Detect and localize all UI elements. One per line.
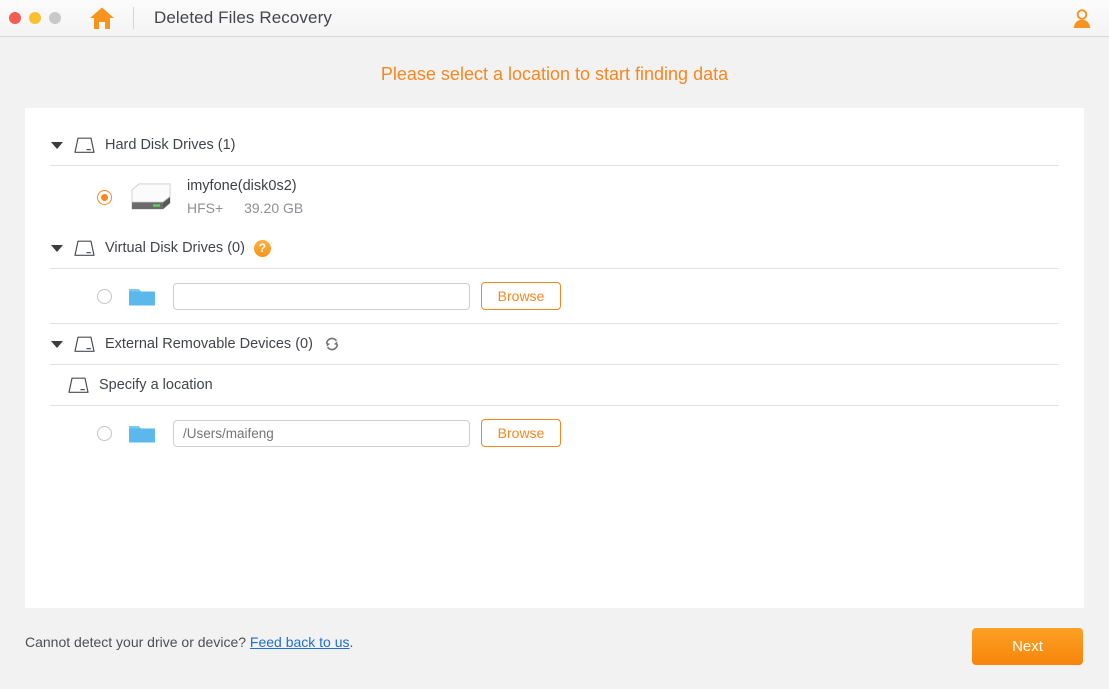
- next-button[interactable]: Next: [972, 628, 1083, 665]
- group-label: Specify a location: [99, 377, 213, 393]
- drive-filesystem: HFS+: [187, 200, 223, 216]
- group-label: Hard Disk Drives (1): [105, 137, 236, 153]
- home-icon[interactable]: [89, 6, 115, 30]
- group-header-specify-location[interactable]: Specify a location: [42, 365, 1067, 405]
- drive-radio-imyfone[interactable]: [97, 190, 112, 205]
- window-titlebar: Deleted Files Recovery: [0, 0, 1109, 37]
- traffic-light-group: [9, 12, 61, 24]
- disk-icon: [74, 336, 95, 353]
- refresh-icon[interactable]: [323, 335, 341, 353]
- group-header-external-removable-devices[interactable]: External Removable Devices (0): [42, 324, 1067, 364]
- virtual-disk-browse-row[interactable]: Browse: [42, 269, 1067, 323]
- minimize-window-button[interactable]: [29, 12, 41, 24]
- group-header-hard-disk-drives[interactable]: Hard Disk Drives (1): [42, 125, 1067, 165]
- drive-name: imyfone(disk0s2): [187, 176, 303, 196]
- drive-text-block: imyfone(disk0s2) HFS+ 39.20 GB: [187, 176, 303, 218]
- disk-icon: [68, 377, 89, 394]
- disk-icon: [74, 137, 95, 154]
- external-hard-drive-icon: [129, 182, 173, 212]
- page-headline: Please select a location to start findin…: [0, 37, 1109, 85]
- close-window-button[interactable]: [9, 12, 21, 24]
- specify-location-browse-row[interactable]: Browse: [42, 406, 1067, 460]
- group-label: Virtual Disk Drives (0): [105, 240, 245, 256]
- footer-text-before: Cannot detect your drive or device?: [25, 634, 250, 650]
- drive-item-imyfone[interactable]: imyfone(disk0s2) HFS+ 39.20 GB: [42, 166, 1067, 228]
- help-question-icon[interactable]: ?: [254, 240, 271, 257]
- virtual-disk-browse-button[interactable]: Browse: [481, 282, 561, 310]
- virtual-disk-path-input[interactable]: [173, 283, 470, 310]
- virtual-disk-radio[interactable]: [97, 289, 112, 304]
- specify-location-radio[interactable]: [97, 426, 112, 441]
- feedback-link[interactable]: Feed back to us: [250, 634, 350, 650]
- footer-help-text: Cannot detect your drive or device? Feed…: [25, 634, 353, 650]
- chevron-down-icon[interactable]: [51, 341, 63, 348]
- chevron-down-icon[interactable]: [51, 142, 63, 149]
- drive-meta: HFS+ 39.20 GB: [187, 198, 303, 218]
- titlebar-divider: [133, 7, 134, 29]
- specify-location-browse-button[interactable]: Browse: [481, 419, 561, 447]
- group-label: External Removable Devices (0): [105, 336, 313, 352]
- specify-location-path-input[interactable]: [173, 420, 470, 447]
- user-account-icon[interactable]: [1071, 8, 1093, 30]
- location-selection-panel: Hard Disk Drives (1) imyfone(disk0s2) HF…: [25, 108, 1084, 608]
- footer-bar: Cannot detect your drive or device? Feed…: [0, 608, 1109, 689]
- drive-size: 39.20 GB: [244, 200, 303, 216]
- folder-icon: [128, 422, 156, 444]
- disk-icon: [74, 240, 95, 257]
- footer-text-after: .: [350, 634, 354, 650]
- window-title: Deleted Files Recovery: [154, 8, 332, 28]
- chevron-down-icon[interactable]: [51, 245, 63, 252]
- folder-icon: [128, 285, 156, 307]
- group-header-virtual-disk-drives[interactable]: Virtual Disk Drives (0) ?: [42, 228, 1067, 268]
- zoom-window-button[interactable]: [49, 12, 61, 24]
